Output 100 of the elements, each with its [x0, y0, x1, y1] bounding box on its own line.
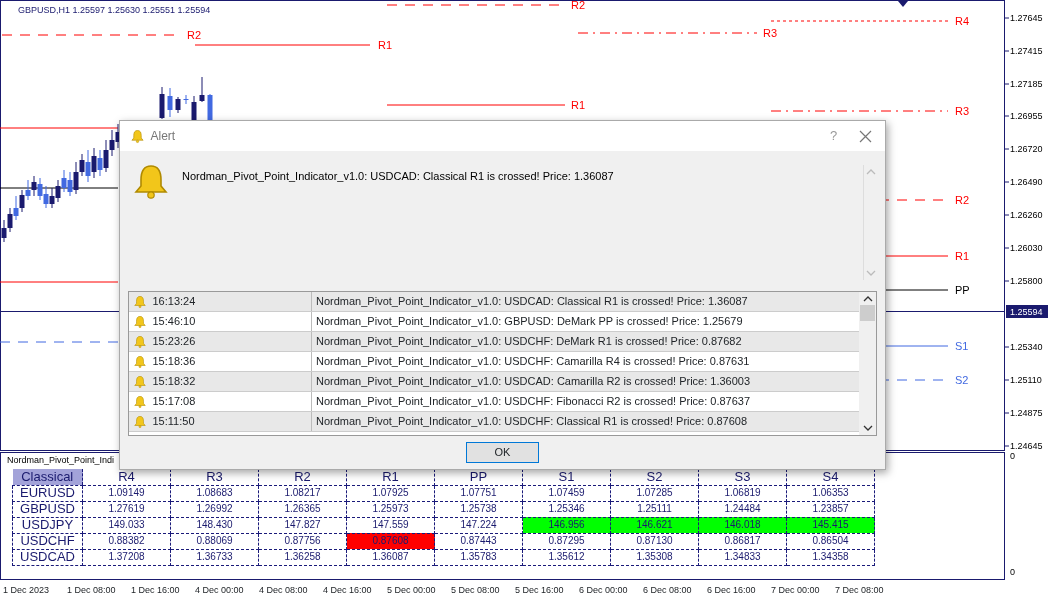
level-label: R2 — [571, 0, 586, 11]
candle — [183, 94, 189, 105]
level-label: S2 — [955, 374, 969, 386]
candle — [175, 96, 181, 114]
alert-time: 15:17:08 — [152, 394, 196, 410]
alert-row[interactable]: 15:11:50 Nordman_Pivot_Point_Indicator_v1.0: USDCHF: Classical R1 is crossed! Price: 0.87608 — [129, 412, 859, 432]
table-cell: 146.018 — [698, 517, 787, 533]
table-cell: 147.827 — [258, 517, 347, 533]
alert-text: Nordman_Pivot_Point_Indicator_v1.0: USDCHF: Fibonacci R2 is crossed! Price: 0.87637 — [315, 394, 751, 410]
bell-icon — [133, 374, 147, 389]
symbol-cell: EURUSD — [12, 485, 83, 501]
alert-text: Nordman_Pivot_Point_Indicator_v1.0: USDCHF: Classical R1 is crossed! Price: 0.87608 — [315, 414, 748, 430]
table-cell: 1.34358 — [786, 549, 875, 565]
table-cell: 1.26365 — [258, 501, 347, 517]
time-tick: 4 Dec 08:00 — [259, 584, 309, 598]
alert-time: 15:11:50 — [152, 414, 195, 430]
time-tick: 7 Dec 08:00 — [835, 584, 885, 598]
time-tick: 5 Dec 16:00 — [515, 584, 565, 598]
candle — [199, 76, 205, 103]
price-tick: 1.25110 — [1010, 375, 1042, 385]
bell-icon — [133, 394, 147, 409]
table-cell: 0.87443 — [434, 533, 523, 549]
price-tick: 1.26490 — [1010, 177, 1043, 187]
alert-time: 15:18:36 — [152, 354, 196, 370]
bell-icon — [133, 334, 147, 349]
price-tick: 1.25340 — [1010, 342, 1043, 352]
price-tick: 1.24875 — [1010, 408, 1043, 418]
table-cell: 1.36087 — [346, 549, 435, 565]
alert-time: 15:46:10 — [152, 314, 196, 330]
table-cell: 1.07459 — [522, 485, 611, 501]
price-tick: 1.26030 — [1010, 243, 1043, 253]
time-tick: 1 Dec 2023 — [3, 584, 51, 598]
table-cell: 0.87295 — [522, 533, 611, 549]
price-tick: 1.27415 — [1010, 46, 1043, 56]
alert-text: Nordman_Pivot_Point_Indicator_v1.0: USDCAD: Classical R1 is crossed! Price: 1.36087 — [315, 294, 748, 310]
alert-text: Nordman_Pivot_Point_Indicator_v1.0: GBPUSD: DeMark PP is crossed! Price: 1.25679 — [315, 314, 743, 330]
table-cell: 1.06353 — [786, 485, 875, 501]
close-button[interactable] — [859, 129, 873, 143]
table-cell: 1.09149 — [82, 485, 171, 501]
level-label: R2 — [187, 29, 202, 41]
candle — [167, 87, 173, 118]
time-tick: 4 Dec 16:00 — [323, 584, 373, 598]
table-cell: 0.87756 — [258, 533, 347, 549]
indicator-title: Nordman_Pivot_Point_Indi — [7, 454, 115, 467]
table-cell: 0.87130 — [610, 533, 699, 549]
indicator-axis-tick: 0 — [1010, 567, 1015, 577]
symbol-cell: GBPUSD — [12, 501, 83, 517]
alert-time: 15:23:26 — [152, 334, 196, 350]
level-label: R1 — [955, 250, 970, 262]
level-label: R3 — [955, 105, 970, 117]
indicator-axis-tick: 0 — [1010, 451, 1015, 461]
price-tick: 1.25800 — [1010, 276, 1043, 286]
chart-header: GBPUSD,H1 1.25597 1.25630 1.25551 1.25594 — [18, 5, 211, 15]
table-cell: 1.25973 — [346, 501, 435, 517]
price-tick: 1.27645 — [1010, 13, 1043, 23]
bell-icon — [130, 128, 145, 144]
table-cell: 1.08683 — [170, 485, 259, 501]
table-cell: 1.27619 — [82, 501, 171, 517]
table-cell: 1.07285 — [610, 485, 699, 501]
bell-icon — [133, 314, 147, 329]
time-tick: 1 Dec 16:00 — [131, 584, 181, 598]
candle — [159, 86, 165, 120]
current-price-tag: 1.25594 — [1006, 305, 1048, 318]
table-cell: 1.35612 — [522, 549, 611, 565]
alert-row[interactable]: 15:23:26 Nordman_Pivot_Point_Indicator_v1.0: USDCHF: DeMark R1 is crossed! Price: 0.87682 — [129, 332, 859, 352]
table-cell: 1.34833 — [698, 549, 787, 565]
table-cell: 0.88382 — [82, 533, 171, 549]
alert-text: Nordman_Pivot_Point_Indicator_v1.0: USDCAD: Camarilla R2 is crossed! Price: 1.36003 — [315, 374, 751, 390]
table-cell: 146.956 — [522, 517, 611, 533]
chevron-down-icon[interactable] — [862, 425, 873, 433]
price-tick: 1.26720 — [1010, 144, 1043, 154]
table-cell: 1.26992 — [170, 501, 259, 517]
bell-icon — [133, 354, 147, 369]
table-cell: 145.415 — [786, 517, 875, 533]
table-cell: 1.35783 — [434, 549, 523, 565]
table-corner-label: Classical — [12, 469, 83, 485]
table-cell: 146.621 — [610, 517, 699, 533]
scroll-thumb[interactable] — [860, 304, 875, 321]
price-tick: 1.26260 — [1010, 210, 1043, 220]
price-tick: 1.27185 — [1010, 79, 1043, 89]
table-cell: 147.224 — [434, 517, 523, 533]
bell-icon — [133, 294, 147, 309]
time-tick: 5 Dec 00:00 — [387, 584, 437, 598]
time-tick: 1 Dec 08:00 — [67, 584, 117, 598]
time-tick: 5 Dec 08:00 — [451, 584, 501, 598]
alert-text: Nordman_Pivot_Point_Indicator_v1.0: USDCHF: DeMark R1 is crossed! Price: 0.87682 — [315, 334, 742, 350]
time-tick: 4 Dec 00:00 — [195, 584, 245, 598]
level-label: R4 — [955, 15, 970, 27]
ok-button[interactable]: OK — [466, 441, 539, 463]
table-cell: 1.37208 — [82, 549, 171, 565]
alert-row[interactable]: 16:13:24 Nordman_Pivot_Point_Indicator_v1.0: USDCAD: Classical R1 is crossed! Price: 1.36087 — [129, 292, 859, 312]
level-label: R2 — [955, 194, 970, 206]
alert-text: Nordman_Pivot_Point_Indicator_v1.0: USDCHF: Camarilla R4 is crossed! Price: 0.87631 — [315, 354, 750, 370]
chevron-up-icon[interactable] — [862, 294, 873, 302]
alert-row[interactable]: 15:18:32 Nordman_Pivot_Point_Indicator_v1.0: USDCAD: Camarilla R2 is crossed! Price: 1.36003 — [129, 372, 859, 392]
table-cell: 1.35308 — [610, 549, 699, 565]
table-cell: 149.033 — [82, 517, 171, 533]
scrollbar[interactable] — [859, 292, 876, 435]
dialog-title: Alert — [150, 128, 177, 145]
symbol-cell: USDJPY — [12, 517, 83, 533]
